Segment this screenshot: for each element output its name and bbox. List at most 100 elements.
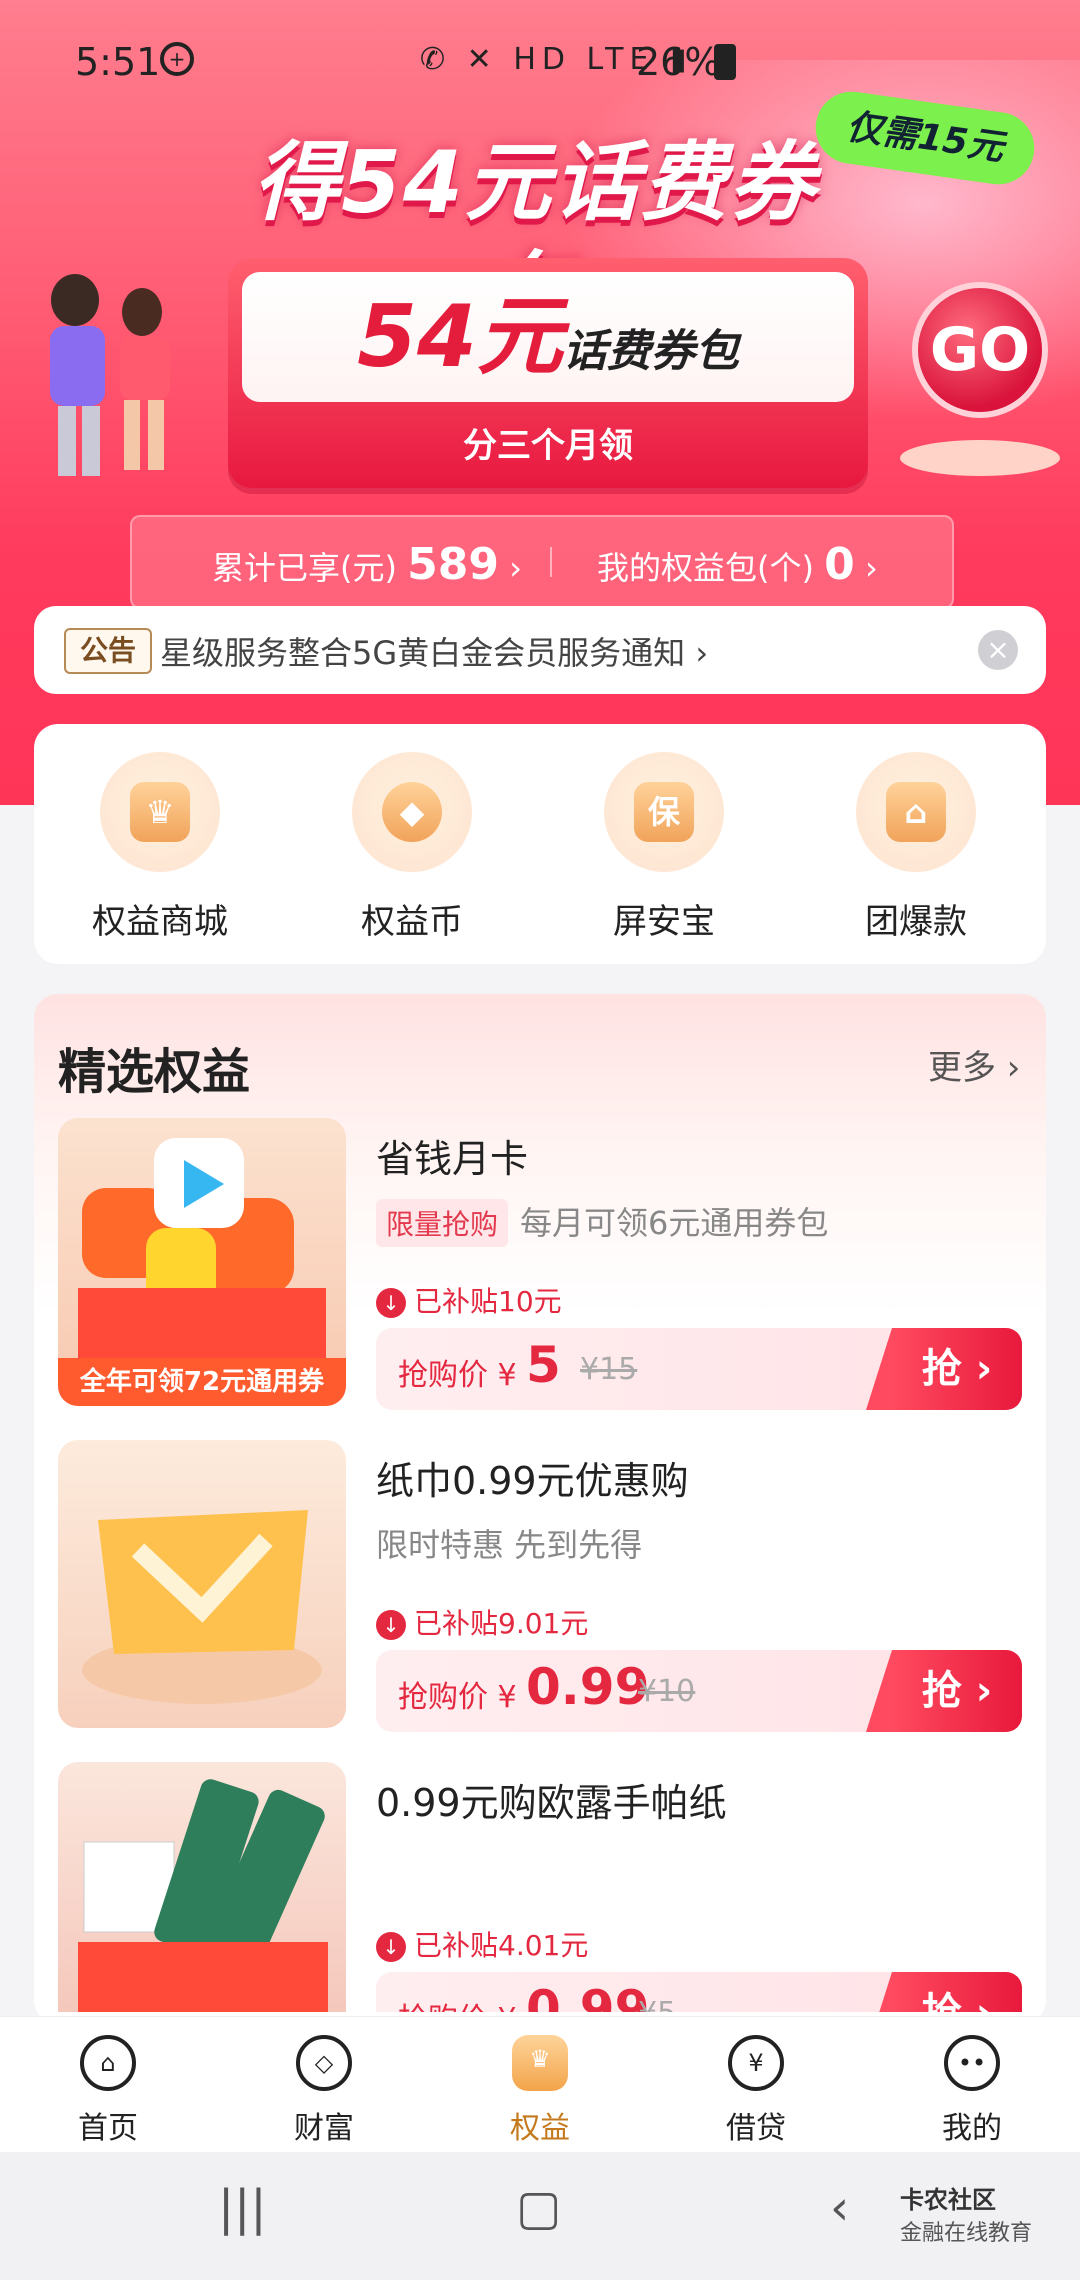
home-icon: ⌂ — [80, 2035, 136, 2091]
price-label: 抢购价 ¥ — [398, 1680, 517, 1715]
battery-percent: 26% — [636, 40, 721, 84]
quick-item-label: 权益币 — [361, 902, 463, 942]
quick-item-benefit-mall[interactable]: ♛ 权益商城 — [60, 752, 260, 943]
original-price: ¥5 — [638, 1996, 676, 2012]
app-logos-illustration — [78, 1138, 326, 1358]
shield-icon: 保 — [604, 752, 724, 872]
grab-button[interactable]: 抢 › — [866, 1650, 1022, 1732]
tab-label: 权益 — [510, 2111, 570, 2146]
go-button-pedestal — [900, 440, 1060, 476]
promo-title: 得54元话费券包 — [253, 133, 817, 343]
cumulative-savings[interactable]: 累计已享(元) 589 › — [212, 539, 522, 590]
golden-v-badge-illustration — [82, 1510, 322, 1704]
wealth-icon: ◇ — [296, 2035, 352, 2091]
quick-item-label: 权益商城 — [92, 902, 228, 942]
tab-loan[interactable]: ¥ 借贷 — [686, 2035, 826, 2147]
benefit-card[interactable]: 全年可领72元通用券 省钱月卡 限量抢购 每月可领6元通用券包 ↓ 已补贴10元 抢… — [58, 1118, 1022, 1410]
subsidy-text: 已补贴9.01元 — [414, 1607, 589, 1640]
price-label: 抢购价 ¥ — [398, 1994, 517, 2012]
watermark-name: 卡农社区 — [900, 2186, 996, 2214]
watermark-sub: 金融在线教育 — [900, 2221, 1033, 2246]
home-button-icon[interactable]: ▢ — [516, 2180, 561, 2236]
thumbnail-ribbon: 全年可领72元通用券 — [58, 1358, 346, 1406]
tab-label: 借贷 — [726, 2111, 786, 2146]
back-icon[interactable]: ‹ — [830, 2180, 849, 2236]
arrow-down-icon: ↓ — [376, 1288, 406, 1318]
close-icon[interactable]: × — [978, 630, 1018, 670]
coupon-card[interactable]: 54元话费券包 分三个月领 — [228, 258, 868, 488]
price-label: 抢购价 ¥ — [398, 1358, 517, 1393]
announcement-tag: 公告 — [64, 628, 152, 674]
arrow-down-icon: ↓ — [376, 1932, 406, 1962]
bottom-tab-bar: ⌂ 首页 ◇ 财富 ♛ 权益 ¥ 借贷 •• 我的 — [0, 2016, 1080, 2153]
bowl-glyph: ⌂ — [886, 782, 946, 842]
my-benefit-packages[interactable]: 我的权益包(个) 0 › — [597, 539, 878, 590]
crown-icon: ♛ — [100, 752, 220, 872]
original-price: ¥15 — [580, 1352, 638, 1387]
tab-benefits[interactable]: ♛ 权益 — [470, 2035, 610, 2147]
benefit-thumbnail: 全年可领72元通用券 — [58, 1118, 346, 1406]
original-price: ¥10 — [638, 1674, 696, 1709]
subsidy-info: ↓ 已补贴10元 — [376, 1280, 562, 1320]
tab-wealth[interactable]: ◇ 财富 — [254, 2035, 394, 2147]
package-value: 0 — [824, 539, 855, 590]
watermark: 卡农社区 金融在线教育 — [900, 2180, 1060, 2246]
grab-button[interactable]: 抢 › — [866, 1972, 1022, 2012]
stats-divider — [550, 547, 552, 577]
price-value: 5 — [526, 1336, 561, 1394]
price-value: 0.99 — [526, 1658, 650, 1716]
bowl-icon: ⌂ — [856, 752, 976, 872]
price-bar[interactable]: 抢购价 ¥ 0.99 ¥10 抢 › — [376, 1650, 1022, 1732]
coin-glyph: ◆ — [382, 782, 442, 842]
quick-item-benefit-coin[interactable]: ◆ 权益币 — [312, 752, 512, 943]
go-button[interactable]: GO — [912, 282, 1048, 418]
tab-profile[interactable]: •• 我的 — [902, 2035, 1042, 2147]
crown-glyph: ♛ — [130, 782, 190, 842]
benefit-description: 限量抢购 每月可领6元通用券包 — [376, 1198, 828, 1247]
featured-benefits-section: 精选权益 更多 › 全年可领72元通用券 省钱月卡 限量抢购 每月可领6元通用券包… — [34, 994, 1046, 2024]
tab-label: 财富 — [294, 2111, 354, 2146]
benefit-desc-text: 每月可领6元通用券包 — [520, 1204, 829, 1242]
quick-menu: ♛ 权益商城 ◆ 权益币 保 屏安宝 ⌂ 团爆款 — [34, 724, 1046, 964]
subsidy-info: ↓ 已补贴4.01元 — [376, 1924, 588, 1964]
announcement-bar[interactable]: 公告 星级服务整合5G黄白金会员服务通知 › × — [34, 606, 1046, 694]
benefit-title: 省钱月卡 — [376, 1137, 529, 1181]
limited-tag: 限量抢购 — [376, 1199, 509, 1247]
coupon-amount-value: 54元 — [357, 287, 563, 387]
promo-characters-illustration — [50, 274, 170, 476]
quick-item-label: 团爆款 — [865, 902, 967, 942]
price-bar[interactable]: 抢购价 ¥ 0.99 ¥5 抢 › — [376, 1972, 1022, 2012]
crown-icon: ♛ — [512, 2035, 568, 2091]
coupon-subtitle: 分三个月领 — [463, 426, 633, 466]
quick-item-group-deals[interactable]: ⌂ 团爆款 — [816, 752, 1016, 943]
more-link[interactable]: 更多 › — [928, 1040, 1020, 1089]
benefit-thumbnail — [58, 1762, 346, 2012]
price-bar[interactable]: 抢购价 ¥ 5 ¥15 抢 › — [376, 1328, 1022, 1410]
benefit-card[interactable]: 纸巾0.99元优惠购 限时特惠 先到先得 ↓ 已补贴9.01元 抢购价 ¥ 0.9… — [58, 1440, 1022, 1732]
subsidy-info: ↓ 已补贴9.01元 — [376, 1602, 588, 1642]
stats-bar: 累计已享(元) 589 › 我的权益包(个) 0 › — [130, 515, 954, 609]
cumulative-label: 累计已享(元) — [212, 549, 397, 587]
benefit-thumbnail — [58, 1440, 346, 1728]
status-time: 5:51 — [75, 40, 161, 84]
tab-label: 首页 — [78, 2111, 138, 2146]
tissue-pack-illustration — [78, 1779, 328, 2012]
loan-icon: ¥ — [728, 2035, 784, 2091]
status-bar: 5:51 + ✆ ✕ HD LTE ▮ 26% — [0, 30, 1080, 100]
package-label: 我的权益包(个) — [597, 549, 814, 587]
recent-apps-icon[interactable]: ||| — [218, 2180, 267, 2236]
announcement-text[interactable]: 星级服务整合5G黄白金会员服务通知 › — [160, 628, 708, 674]
benefit-description: 限时特惠 先到先得 — [376, 1526, 643, 1564]
quick-item-label: 屏安宝 — [613, 902, 715, 942]
battery-icon — [714, 44, 736, 80]
tab-home[interactable]: ⌂ 首页 — [38, 2035, 178, 2147]
quick-item-screen-insurance[interactable]: 保 屏安宝 — [564, 752, 764, 943]
chevron-right-icon: › — [864, 549, 878, 587]
chevron-right-icon: › — [509, 549, 522, 587]
grab-button[interactable]: 抢 › — [866, 1328, 1022, 1410]
benefit-title: 0.99元购欧露手帕纸 — [376, 1781, 727, 1825]
cumulative-value: 589 — [407, 539, 500, 590]
location-icon: + — [160, 42, 194, 76]
benefit-card[interactable]: 0.99元购欧露手帕纸 ↓ 已补贴4.01元 抢购价 ¥ 0.99 ¥5 抢 › — [58, 1762, 1022, 2012]
coupon-face: 54元话费券包 — [242, 272, 854, 402]
